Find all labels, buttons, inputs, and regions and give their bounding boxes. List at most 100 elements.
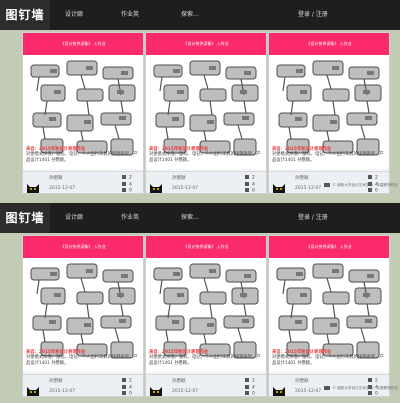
pin-count: 2 [252,175,255,181]
cat-avatar-icon[interactable] [272,181,286,193]
comment-count: 0 [252,188,255,194]
comment-count: 0 [375,188,378,194]
cat-avatar-icon[interactable] [26,384,40,396]
heart-icon [122,182,126,186]
pin-card[interactable]: 《设计快供读衡》 入作业 来自：2015年秋设计表现作业 对便携式水壶、鼠标、电… [145,235,267,397]
card-header[interactable]: 《设计快供读衡》 入作业 [269,236,389,258]
footer-credit: © 南阳大学设计艺术学院 · 华建教授作品 [324,183,398,188]
comment-icon [122,391,126,395]
comment-icon [368,391,372,395]
pin-count: 2 [129,175,132,181]
post-date: 2015-12-07 [295,389,322,394]
stat-likes: 4 [245,385,255,391]
stat-pins: 2 [122,175,132,181]
pin-card[interactable]: 《设计快供读衡》 入作业 来自：2015年秋设计表现作业 对便携式水壶、鼠标、电… [145,32,267,194]
card-description: 对便携式水壶、鼠标、电钻、个人出行工具的快题表现，产品设计1401 孙懋颖。 [26,152,138,163]
author-name[interactable]: 孙懋颖 [172,175,186,181]
stat-comments: 0 [245,188,255,194]
stat-likes: 4 [122,385,132,391]
navbar: 图钉墙 设计廊 作业英 探索... 登录 / 注册 [0,0,400,30]
post-date: 2015-12-07 [49,186,76,191]
pin-card[interactable]: 《设计快供读衡》 入作业 来自：2015年秋设计表现作业 对便携式水壶、鼠标、电… [22,235,144,397]
card-description: 对便携式水壶、鼠标、电钻、个人出行工具的快题表现，产品设计1401 孙懋颖。 [272,152,384,163]
card-meta: 孙懋颖 2015-12-07 2 4 0 [146,374,266,397]
heart-icon [122,385,126,389]
page-snapshot-bottom: 图钉墙 设计廊 作业英 探索... 登录 / 注册 《设计快供读衡》 入作业 来… [0,203,400,403]
pin-count: 2 [252,378,255,384]
pin-icon [122,378,126,382]
cat-avatar-icon[interactable] [272,384,286,396]
nav-item-design-gallery[interactable]: 设计廊 [65,0,83,30]
site-logo[interactable]: 图钉墙 [0,0,50,30]
card-description: 对便携式水壶、鼠标、电钻、个人出行工具的快题表现，产品设计1401 孙懋颖。 [149,152,261,163]
pin-icon [245,378,249,382]
page-snapshot-top: 图钉墙 设计廊 作业英 探索... 登录 / 注册 《设计快供读衡》 入作业 来… [0,0,400,200]
pin-card[interactable]: 《设计快供读衡》 入作业 来自：2015年秋设计表现作业 对便携式水壶、鼠标、电… [268,235,390,397]
author-name[interactable]: 孙懋颖 [295,378,309,384]
like-count: 4 [252,385,255,391]
card-meta: 孙懋颖 2015-12-07 2 4 0 [146,171,266,194]
comment-count: 0 [375,391,378,397]
footer-logo-icon [324,386,331,390]
card-header[interactable]: 《设计快供读衡》 入作业 [23,33,143,55]
pin-count: 2 [129,378,132,384]
footer-text: © 南阳大学设计艺术学院 · 华建教授作品 [332,183,398,187]
comment-icon [245,391,249,395]
card-header[interactable]: 《设计快供读衡》 入作业 [23,236,143,258]
stat-pins: 2 [368,378,378,384]
stat-comments: 0 [122,188,132,194]
pin-card[interactable]: 《设计快供读衡》 入作业 来自：2015年秋设计表现作业 对便携式水壶、鼠标、电… [22,32,144,194]
author-name[interactable]: 孙懋颖 [49,378,63,384]
nav-item-explore[interactable]: 探索... [181,0,199,30]
pin-icon [368,175,372,179]
nav-item-homework[interactable]: 作业英 [121,0,139,30]
stat-pins: 2 [122,378,132,384]
nav-item-explore[interactable]: 探索... [181,203,199,233]
card-header[interactable]: 《设计快供读衡》 入作业 [146,33,266,55]
login-register-link[interactable]: 登录 / 注册 [298,203,328,233]
author-name[interactable]: 孙懋颖 [49,175,63,181]
card-description: 对便携式水壶、鼠标、电钻、个人出行工具的快题表现，产品设计1401 孙懋颖。 [26,355,138,366]
card-header[interactable]: 《设计快供读衡》 入作业 [146,236,266,258]
heart-icon [245,182,249,186]
card-description: 对便携式水壶、鼠标、电钻、个人出行工具的快题表现，产品设计1401 孙懋颖。 [149,355,261,366]
cat-avatar-icon[interactable] [149,384,163,396]
comment-icon [122,188,126,192]
like-count: 4 [129,385,132,391]
pin-icon [245,175,249,179]
cat-avatar-icon[interactable] [26,181,40,193]
stat-likes: 4 [122,182,132,188]
site-logo[interactable]: 图钉墙 [0,203,50,233]
footer-logo-icon [324,183,331,187]
footer-credit: © 南阳大学设计艺术学院 · 华建教授作品 [324,386,398,391]
stat-pins: 2 [245,378,255,384]
comment-count: 0 [129,391,132,397]
nav-item-design-gallery[interactable]: 设计廊 [65,203,83,233]
pin-count: 2 [375,378,378,384]
nav-item-homework[interactable]: 作业英 [121,203,139,233]
card-header[interactable]: 《设计快供读衡》 入作业 [269,33,389,55]
heart-icon [245,385,249,389]
stat-likes: 4 [245,182,255,188]
login-register-link[interactable]: 登录 / 注册 [298,0,328,30]
stat-pins: 2 [245,175,255,181]
pin-card[interactable]: 《设计快供读衡》 入作业 来自：2015年秋设计表现作业 对便携式水壶、鼠标、电… [268,32,390,194]
like-count: 4 [252,182,255,188]
comment-count: 0 [129,188,132,194]
comment-icon [368,188,372,192]
author-name[interactable]: 孙懋颖 [295,175,309,181]
post-date: 2015-12-07 [172,186,199,191]
stat-comments: 0 [368,391,378,397]
footer-text: © 南阳大学设计艺术学院 · 华建教授作品 [332,386,398,390]
stat-comments: 0 [122,391,132,397]
post-date: 2015-12-07 [49,389,76,394]
pin-icon [368,378,372,382]
card-description: 对便携式水壶、鼠标、电钻、个人出行工具的快题表现，产品设计1401 孙懋颖。 [272,355,384,366]
pin-count: 2 [375,175,378,181]
author-name[interactable]: 孙懋颖 [172,378,186,384]
post-date: 2015-12-07 [172,389,199,394]
cat-avatar-icon[interactable] [149,181,163,193]
card-meta: 孙懋颖 2015-12-07 2 4 0 [23,374,143,397]
stat-pins: 2 [368,175,378,181]
comment-count: 0 [252,391,255,397]
